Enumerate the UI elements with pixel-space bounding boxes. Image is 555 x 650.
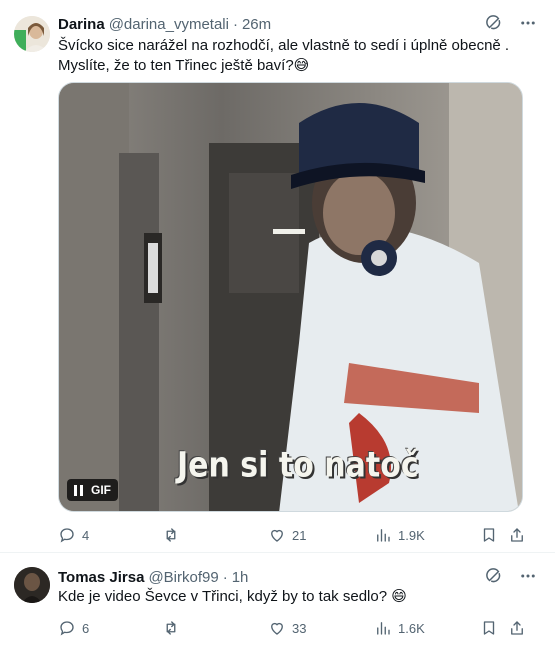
gif-caption: Jen si to natoč	[177, 445, 419, 486]
more-icon[interactable]	[519, 14, 537, 32]
tweet-text: Švícko sice narážel na rozhodčí, ale vla…	[58, 37, 510, 74]
bookmark-button[interactable]	[480, 618, 498, 638]
more-icon[interactable]	[519, 567, 537, 585]
gif-label: GIF	[91, 483, 111, 497]
display-name[interactable]: Darina	[58, 16, 105, 33]
tweet-header: Tomas Jirsa @Birkof99 · 1h	[58, 567, 248, 587]
like-count: 33	[292, 620, 307, 636]
reply-count: 6	[82, 620, 90, 636]
views-icon	[377, 622, 390, 635]
retweet-button[interactable]	[162, 618, 186, 638]
timestamp[interactable]: 26m	[242, 16, 271, 33]
reply-count: 4	[82, 527, 90, 543]
gif-badge[interactable]: GIF	[67, 479, 118, 501]
tweet-top-actions	[485, 567, 537, 585]
reply-button[interactable]: 6	[58, 618, 89, 638]
share-button[interactable]	[508, 618, 526, 638]
like-button[interactable]: 21	[268, 525, 306, 545]
tweet[interactable]: Darina @darina_vymetali · 26m Švícko sic…	[0, 0, 555, 553]
tweet-actions: 6 33 1.6K	[58, 618, 528, 638]
reply-button[interactable]: 4	[58, 525, 89, 545]
handle[interactable]: @Birkof99	[148, 569, 218, 586]
share-button[interactable]	[508, 525, 526, 545]
pause-icon[interactable]	[74, 484, 83, 496]
avatar[interactable]	[14, 16, 50, 52]
gif-media[interactable]: Jen si to natoč GIF	[58, 82, 523, 512]
like-icon	[271, 622, 283, 635]
views-icon	[377, 529, 390, 542]
tweet-top-actions	[485, 14, 537, 32]
like-count: 21	[292, 527, 307, 543]
retweet-button[interactable]	[162, 525, 186, 545]
share-icon	[511, 528, 523, 542]
retweet-icon	[166, 621, 176, 635]
tweet[interactable]: Tomas Jirsa @Birkof99 · 1h Kde je video …	[0, 553, 555, 650]
views-count: 1.9K	[398, 527, 425, 543]
reply-icon	[60, 528, 74, 543]
like-icon	[271, 529, 283, 542]
bookmark-button[interactable]	[480, 525, 498, 545]
bookmark-icon	[483, 621, 495, 635]
bookmark-icon	[483, 528, 495, 542]
grok-icon[interactable]	[485, 567, 503, 585]
like-button[interactable]: 33	[268, 618, 306, 638]
share-icon	[511, 621, 523, 635]
views-count: 1.6K	[398, 620, 425, 636]
views-button[interactable]: 1.9K	[374, 525, 425, 545]
retweet-icon	[166, 528, 176, 542]
display-name[interactable]: Tomas Jirsa	[58, 569, 144, 586]
reply-icon	[60, 621, 74, 636]
tweet-text: Kde je video Ševce v Třinci, když by to …	[58, 588, 407, 605]
separator: ·	[222, 568, 228, 586]
timestamp[interactable]: 1h	[232, 569, 249, 586]
tweet-actions: 4 21 1.9K	[58, 525, 528, 545]
tweet-header: Darina @darina_vymetali · 26m	[58, 14, 271, 34]
separator: ·	[232, 15, 238, 33]
views-button[interactable]: 1.6K	[374, 618, 425, 638]
avatar[interactable]	[14, 567, 50, 603]
handle[interactable]: @darina_vymetali	[109, 16, 229, 33]
grok-icon[interactable]	[485, 14, 503, 32]
